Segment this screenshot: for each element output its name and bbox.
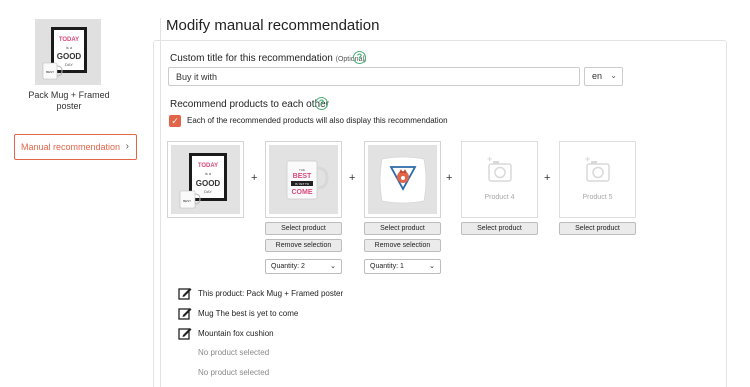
remove-selection-button-3[interactable]: Remove selection xyxy=(364,239,441,252)
svg-text:TODAY: TODAY xyxy=(198,163,218,169)
svg-text:+: + xyxy=(487,154,492,164)
chevron-right-icon: › xyxy=(125,141,129,152)
select-product-button-3[interactable]: Select product xyxy=(364,222,441,235)
product-tile-4[interactable]: + Product 4 xyxy=(461,141,538,218)
list-item: Mountain fox cushion xyxy=(178,326,274,340)
manual-recommendation-button[interactable]: Manual recommendation › xyxy=(14,134,137,160)
svg-text:COME: COME xyxy=(292,189,313,196)
edit-icon[interactable] xyxy=(178,306,192,320)
plus-icon: + xyxy=(251,172,258,184)
svg-text:DAY: DAY xyxy=(65,62,73,67)
svg-text:BEST: BEST xyxy=(46,70,54,74)
plus-icon: + xyxy=(349,172,356,184)
product-tile-2: THE BEST IS YET TO COME xyxy=(265,141,342,218)
chevron-down-icon: ⌄ xyxy=(330,263,336,270)
product-image: TODAY is a GOOD DAY BEST xyxy=(171,145,240,214)
remove-selection-button-2[interactable]: Remove selection xyxy=(265,239,342,252)
select-product-button-5[interactable]: Select product xyxy=(559,222,636,235)
product-tile-current: TODAY is a GOOD DAY BEST xyxy=(167,141,244,218)
no-product-text: No product selected xyxy=(198,348,270,357)
page-title: Modify manual recommendation xyxy=(166,17,380,34)
product-tile-3 xyxy=(364,141,441,218)
svg-text:TODAY: TODAY xyxy=(59,37,79,43)
edit-icon[interactable] xyxy=(178,326,192,340)
help-icon[interactable]: ? xyxy=(315,97,328,110)
custom-title-label: Custom title for this recommendation (Op… xyxy=(170,53,366,64)
recommend-checkbox[interactable]: ✓ xyxy=(169,115,181,127)
mug-image: THE BEST IS YET TO COME xyxy=(269,145,338,214)
product-thumbnail: TODAY is a GOOD DAY BEST xyxy=(35,19,101,85)
language-value: en xyxy=(592,71,603,81)
quantity-value: 1 xyxy=(399,263,404,270)
recommend-label: Recommend products to each other xyxy=(170,99,329,110)
recommend-checkbox-label: Each of the recommended products will al… xyxy=(187,116,448,125)
quantity-select-3[interactable]: Quantity: 1 ⌄ xyxy=(364,259,441,274)
product-4-placeholder: Product 4 xyxy=(484,194,515,201)
edit-icon[interactable] xyxy=(178,286,192,300)
list-item-text: Mug The best is yet to come xyxy=(198,308,299,318)
svg-text:THE: THE xyxy=(299,168,305,172)
plus-icon: + xyxy=(544,172,551,184)
product-caption: Pack Mug + Framed poster xyxy=(28,90,110,111)
svg-text:GOOD: GOOD xyxy=(196,179,221,188)
svg-text:IS YET TO: IS YET TO xyxy=(295,182,310,186)
language-select[interactable]: en ⌄ xyxy=(584,67,623,86)
quantity-select-2[interactable]: Quantity: 2 ⌄ xyxy=(265,259,342,274)
manual-recommendation-label: Manual recommendation xyxy=(21,142,121,152)
list-item: Mug The best is yet to come xyxy=(178,306,298,320)
svg-text:GOOD: GOOD xyxy=(57,52,82,61)
plus-icon: + xyxy=(446,172,453,184)
chevron-down-icon: ⌄ xyxy=(610,71,617,80)
help-icon[interactable]: ? xyxy=(353,51,366,64)
svg-text:is a: is a xyxy=(66,45,73,50)
product-tile-5[interactable]: + Product 5 xyxy=(559,141,636,218)
select-product-button-2[interactable]: Select product xyxy=(265,222,342,235)
select-product-button-4[interactable]: Select product xyxy=(461,222,538,235)
quantity-label: Quantity: xyxy=(370,263,399,270)
svg-text:is a: is a xyxy=(205,171,212,176)
svg-text:+: + xyxy=(585,154,590,164)
chevron-down-icon: ⌄ xyxy=(429,263,435,270)
list-item: This product: Pack Mug + Framed poster xyxy=(178,286,343,300)
list-item-text: This product: Pack Mug + Framed poster xyxy=(198,288,344,298)
quantity-label: Quantity: xyxy=(271,263,300,270)
svg-text:BEST: BEST xyxy=(183,199,191,203)
svg-text:DAY: DAY xyxy=(204,189,212,194)
product-5-placeholder: Product 5 xyxy=(582,194,613,201)
list-item-text: Mountain fox cushion xyxy=(198,328,274,338)
cushion-image xyxy=(368,145,437,214)
svg-text:BEST: BEST xyxy=(293,173,312,180)
custom-title-input[interactable] xyxy=(168,67,580,86)
custom-title-text: Custom title for this recommendation xyxy=(170,53,333,64)
sidebar: TODAY is a GOOD DAY BEST Pack Mug + Fram… xyxy=(0,0,148,387)
no-product-text: No product selected xyxy=(198,368,270,377)
quantity-value: 2 xyxy=(300,263,305,270)
